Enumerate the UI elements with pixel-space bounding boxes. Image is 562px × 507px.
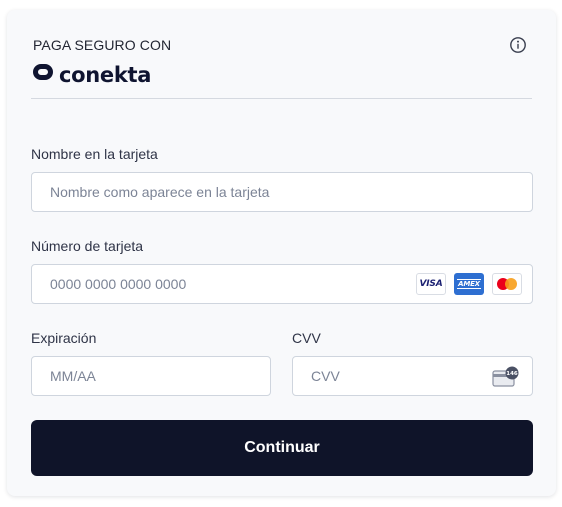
- continue-button[interactable]: Continuar: [31, 420, 533, 476]
- cvv-icon-digits: 146: [506, 371, 518, 377]
- visa-label: VISA: [419, 279, 443, 289]
- expiration-label: Expiración: [31, 330, 97, 346]
- visa-icon: VISA: [416, 273, 446, 295]
- expiration-input[interactable]: [48, 367, 254, 385]
- conekta-logo-text: conekta: [59, 62, 152, 87]
- conekta-logo-icon: [31, 62, 55, 87]
- name-label: Nombre en la tarjeta: [31, 146, 158, 162]
- header-divider: [31, 98, 532, 99]
- name-field-wrapper: [31, 172, 533, 212]
- cvv-input[interactable]: [309, 367, 483, 385]
- card-brands: VISA AMEX: [416, 273, 522, 295]
- card-number-label: Número de tarjeta: [31, 238, 144, 254]
- amex-icon: AMEX: [454, 273, 484, 295]
- card-number-field-wrapper: VISA AMEX: [31, 264, 533, 304]
- name-input[interactable]: [48, 183, 516, 201]
- payment-card: PAGA SEGURO CON conekta Nombre en la tar…: [7, 10, 556, 496]
- expiration-field-wrapper: [31, 356, 271, 396]
- info-icon[interactable]: [509, 36, 527, 54]
- card-number-input[interactable]: [48, 275, 412, 293]
- pay-secure-label: PAGA SEGURO CON: [33, 37, 172, 53]
- amex-label: AMEX: [457, 279, 481, 289]
- cvv-label: CVV: [292, 330, 321, 346]
- cvv-field-wrapper: 146: [292, 356, 533, 396]
- conekta-logo: conekta: [31, 62, 151, 87]
- cvv-card-icon: 146: [492, 366, 520, 393]
- mastercard-icon: [492, 273, 522, 295]
